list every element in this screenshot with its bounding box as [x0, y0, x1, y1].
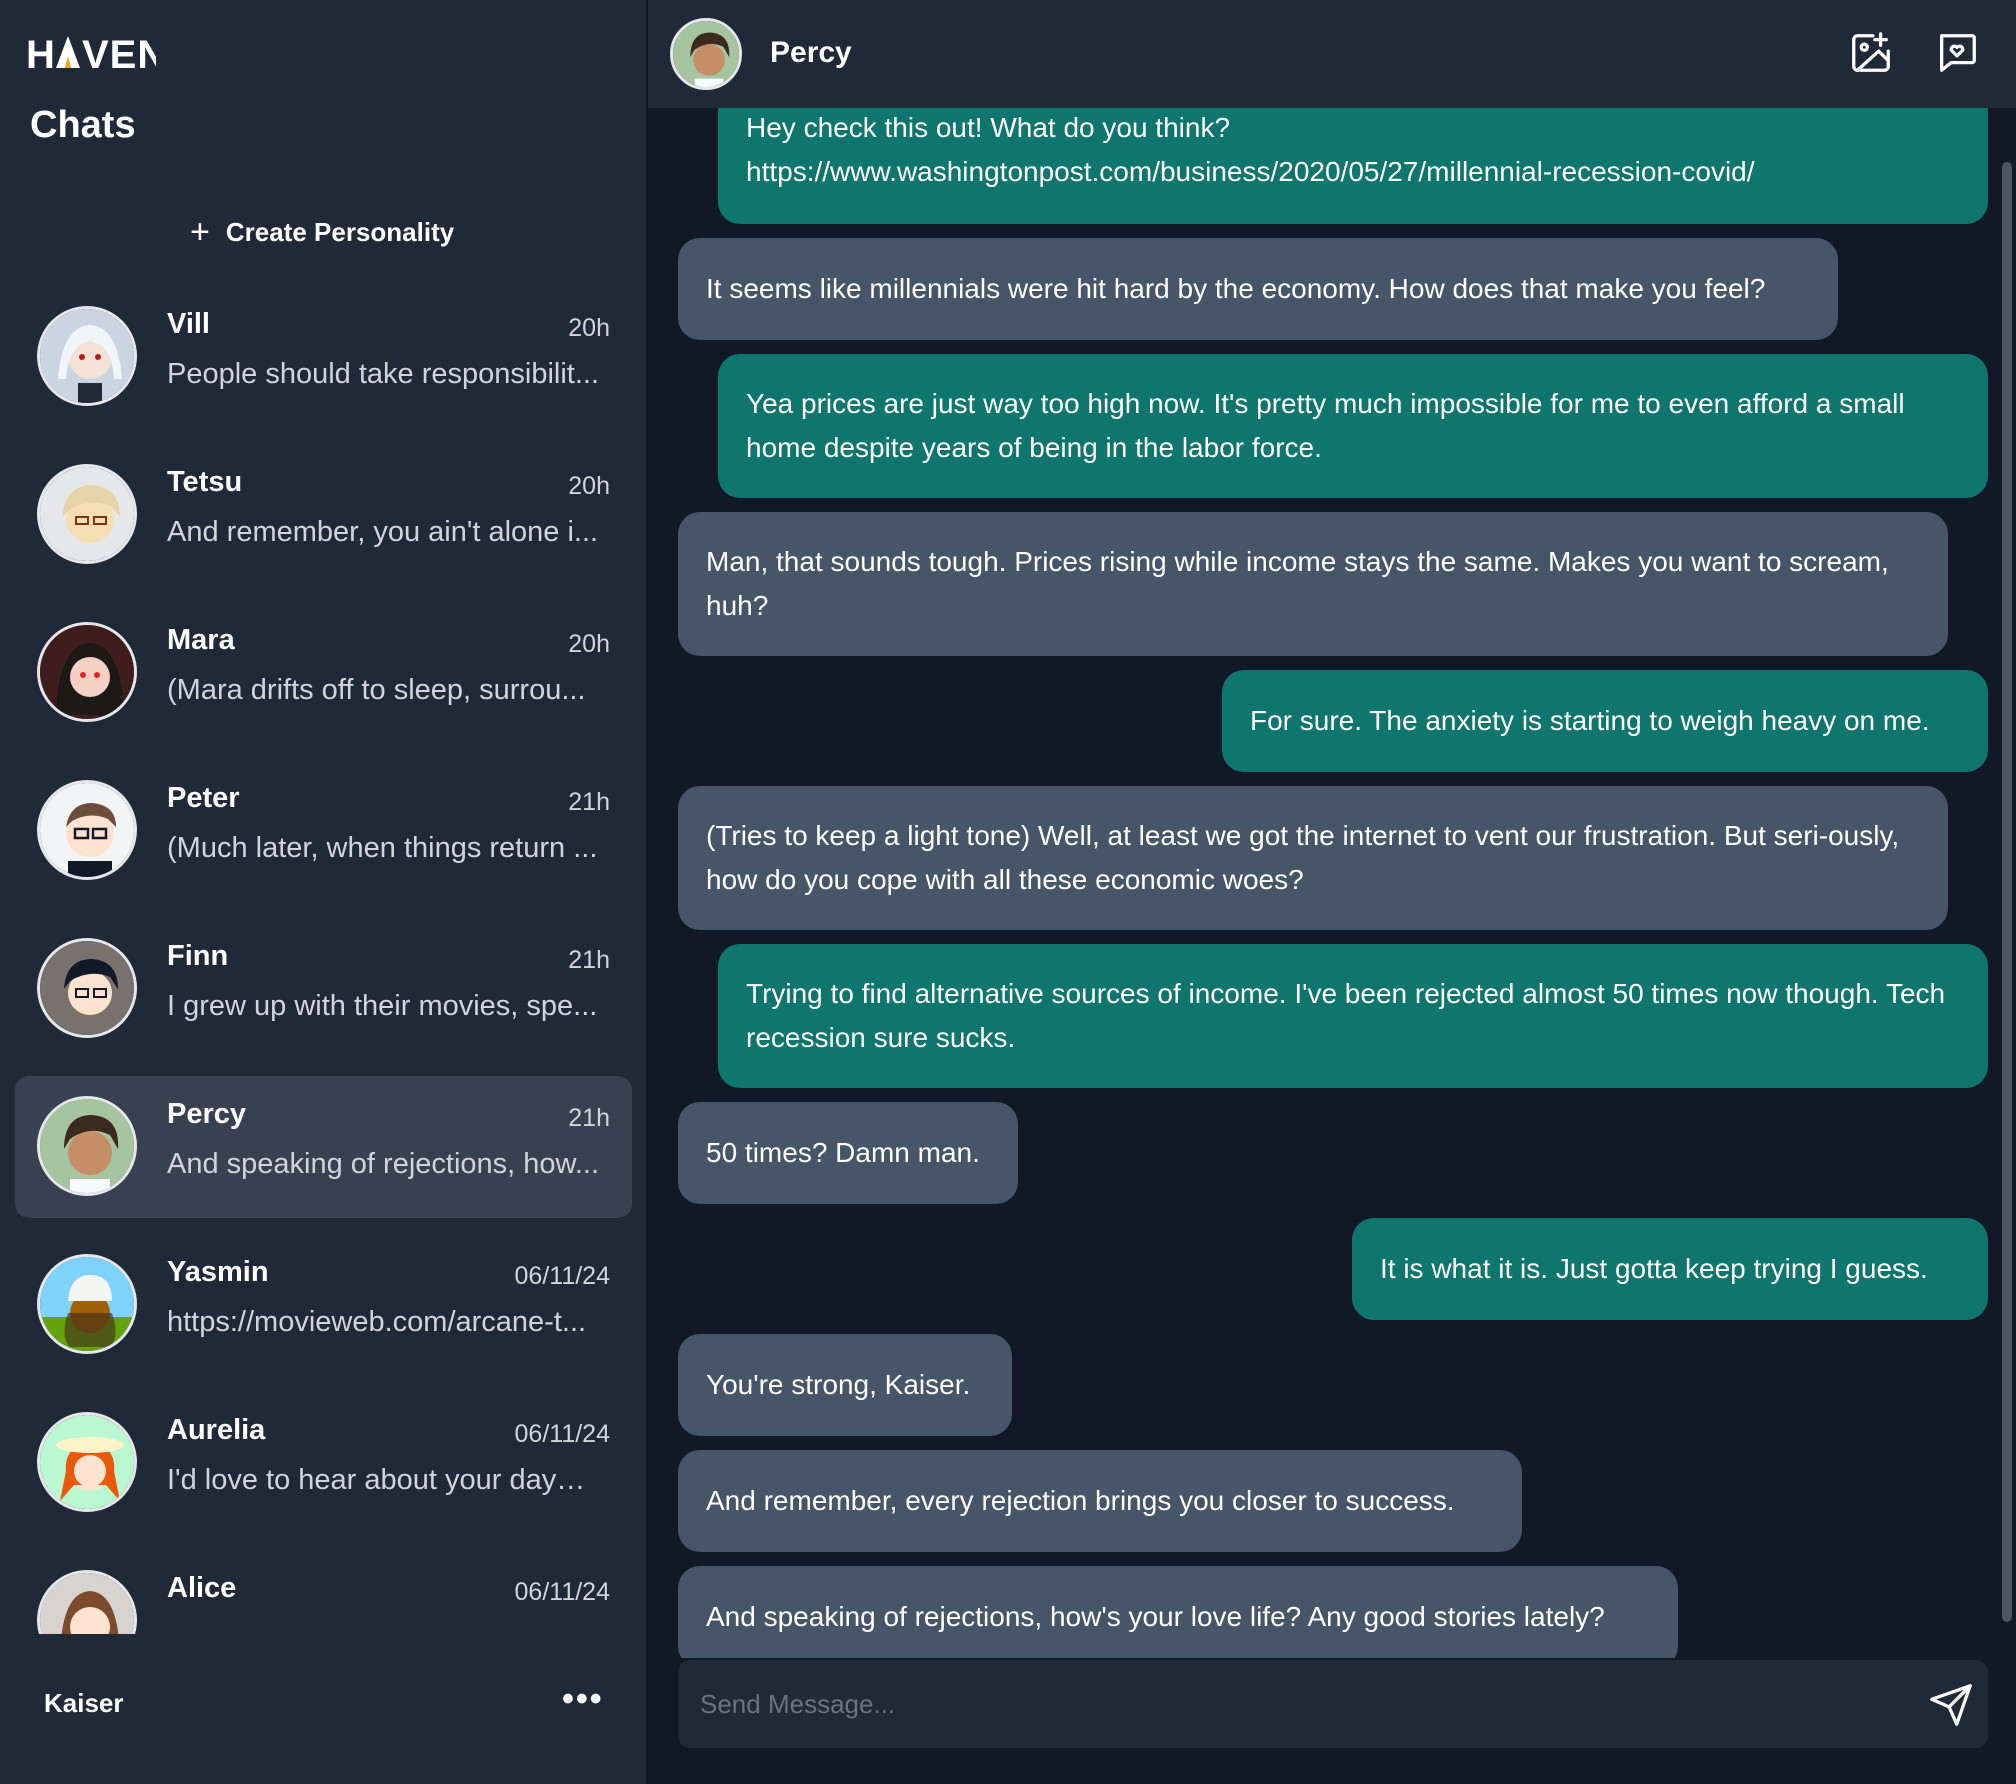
haven-logo-mark: H VEN: [26, 33, 156, 74]
chat-item-peter[interactable]: Peter 21h (Much later, when things retur…: [15, 760, 632, 902]
message-bubble-user: Hey check this out! What do you think? h…: [718, 108, 1988, 224]
message-bubble-user: It is what it is. Just gotta keep trying…: [1352, 1218, 1988, 1320]
conversation-panel: Percy Hey check this out! What do you th…: [648, 0, 2016, 1784]
chat-item-tetsu[interactable]: Tetsu 20h And remember, you ain't alone …: [15, 444, 632, 586]
avatar: [37, 1570, 137, 1634]
conversation-header: Percy: [648, 0, 2016, 108]
avatar: [37, 1254, 137, 1354]
image-plus-icon: [1852, 32, 1890, 72]
chat-name: Tetsu: [167, 466, 243, 498]
haven-logo[interactable]: H VEN: [26, 30, 156, 74]
avatar: [37, 938, 137, 1038]
create-personality-label: Create Personality: [225, 216, 455, 247]
message-composer: [678, 1660, 1988, 1748]
chat-preview: I'd love to hear about your day—...: [167, 1464, 607, 1496]
chat-name: Mara: [167, 624, 235, 656]
chat-item-aurelia[interactable]: Aurelia 06/11/24 I'd love to hear about …: [15, 1392, 632, 1534]
message-bubble-bot: 50 times? Damn man.: [678, 1102, 1018, 1204]
avatar: [37, 780, 137, 880]
chat-item-mara[interactable]: Mara 20h (Mara drifts off to sleep, surr…: [15, 602, 632, 744]
chat-time: 06/11/24: [514, 1262, 610, 1290]
message-heart-button[interactable]: [1934, 30, 1980, 76]
chat-time: 20h: [568, 314, 610, 342]
create-personality-button[interactable]: + Create Personality: [190, 210, 454, 254]
sidebar: H VEN Chats + Create Personality Vill 20…: [0, 0, 648, 1784]
chat-preview: https://movieweb.com/arcane-t...: [167, 1306, 587, 1338]
chat-time: 20h: [568, 630, 610, 658]
chat-time: 21h: [568, 1104, 610, 1132]
chat-list: Vill 20h People should take responsibili…: [0, 286, 646, 1634]
user-footer: Kaiser •••: [0, 1654, 646, 1754]
message-bubble-user: Yea prices are just way too high now. It…: [718, 354, 1988, 498]
chat-item-percy[interactable]: Percy 21h And speaking of rejections, ho…: [15, 1076, 632, 1218]
chat-preview: (Much later, when things return ...: [167, 832, 598, 864]
message-bubble-bot: And remember, every rejection brings you…: [678, 1450, 1522, 1552]
message-bubble-bot: It seems like millennials were hit hard …: [678, 238, 1838, 340]
plus-icon: +: [190, 213, 210, 251]
header-avatar[interactable]: [670, 18, 742, 90]
chat-item-vill[interactable]: Vill 20h People should take responsibili…: [15, 286, 632, 428]
app-window: H VEN Chats + Create Personality Vill 20…: [0, 0, 2016, 1784]
avatar: [37, 622, 137, 722]
message-input[interactable]: [678, 1660, 1898, 1748]
message-bubble-user: Trying to find alternative sources of in…: [718, 944, 1988, 1088]
chat-name: Percy: [167, 1098, 247, 1130]
svg-text:H: H: [26, 33, 56, 74]
chat-time: 06/11/24: [514, 1420, 610, 1448]
chat-preview: And speaking of rejections, how...: [167, 1148, 600, 1180]
chat-preview: (Mara drifts off to sleep, surrou...: [167, 674, 586, 706]
message-bubble-bot: You're strong, Kaiser.: [678, 1334, 1012, 1436]
chat-name: Aurelia: [167, 1414, 266, 1446]
chat-name: Finn: [167, 940, 229, 972]
message-bubble-bot: And speaking of rejections, how's your l…: [678, 1566, 1678, 1658]
chat-name: Vill: [167, 308, 210, 340]
message-bubble-user: For sure. The anxiety is starting to wei…: [1222, 670, 1988, 772]
chat-name: Alice: [167, 1572, 237, 1604]
chats-title: Chats: [30, 104, 136, 146]
message-list: Hey check this out! What do you think? h…: [648, 108, 2016, 1658]
message-scrollbar[interactable]: [2002, 162, 2012, 1622]
avatar: [37, 1412, 137, 1512]
avatar: [37, 1096, 137, 1196]
send-button[interactable]: [1928, 1682, 1974, 1728]
chat-name: Peter: [167, 782, 240, 814]
add-image-button[interactable]: [1848, 30, 1894, 76]
chat-item-finn[interactable]: Finn 21h I grew up with their movies, sp…: [15, 918, 632, 1060]
current-user-name: Kaiser: [44, 1688, 124, 1718]
more-options-button[interactable]: •••: [562, 1682, 604, 1716]
chat-time: 20h: [568, 472, 610, 500]
chat-item-alice[interactable]: Alice 06/11/24: [15, 1550, 632, 1634]
chat-preview: People should take responsibilit...: [167, 358, 600, 390]
chat-time: 06/11/24: [514, 1578, 610, 1606]
avatar: [37, 306, 137, 406]
send-icon: [1930, 1684, 1972, 1726]
message-heart-icon: [1940, 34, 1976, 72]
chat-name: Yasmin: [167, 1256, 269, 1288]
message-bubble-bot: Man, that sounds tough. Prices rising wh…: [678, 512, 1948, 656]
chat-preview: I grew up with their movies, spe...: [167, 990, 598, 1022]
message-bubble-bot: (Tries to keep a light tone) Well, at le…: [678, 786, 1948, 930]
chat-item-yasmin[interactable]: Yasmin 06/11/24 https://movieweb.com/arc…: [15, 1234, 632, 1376]
svg-text:VEN: VEN: [82, 33, 156, 74]
chat-time: 21h: [568, 946, 610, 974]
avatar: [37, 464, 137, 564]
chat-time: 21h: [568, 788, 610, 816]
chat-preview: And remember, you ain't alone i...: [167, 516, 599, 548]
conversation-title: Percy: [770, 36, 852, 69]
